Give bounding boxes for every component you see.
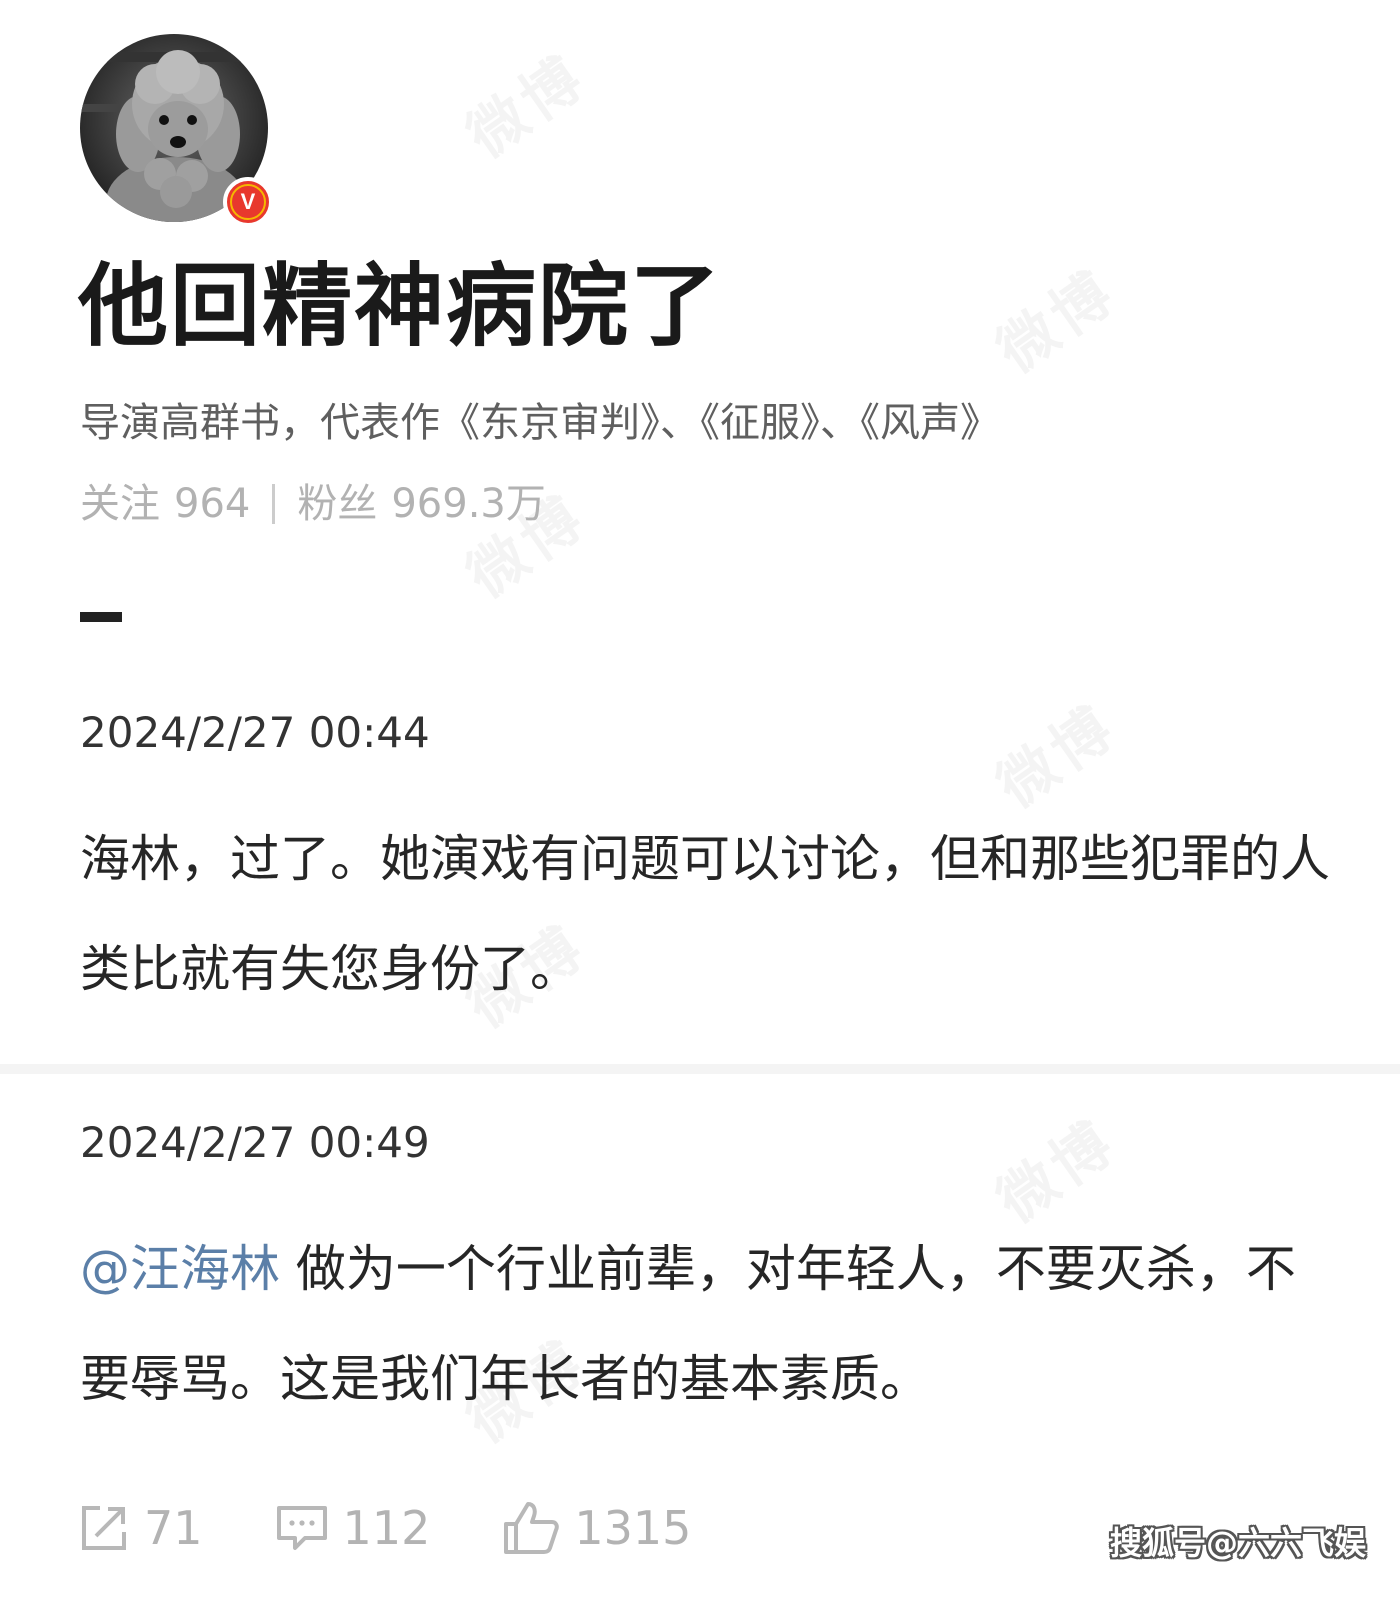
- comment-count: 112: [342, 1501, 431, 1555]
- verified-badge-icon: V: [223, 177, 273, 227]
- profile-name[interactable]: 他回精神病院了: [78, 252, 722, 362]
- section-marker: [80, 612, 122, 622]
- source-watermark: 搜狐号@六六飞娱: [1110, 1524, 1367, 1562]
- following-label[interactable]: 关注: [80, 478, 160, 530]
- followers-count[interactable]: 969.3万: [391, 478, 546, 530]
- mention-link[interactable]: @汪海林: [80, 1240, 280, 1298]
- like-count: 1315: [574, 1501, 692, 1555]
- repost-icon: [82, 1506, 126, 1550]
- profile-bio: 导演高群书，代表作《东京审判》、《征服》、《风声》: [80, 400, 1000, 446]
- following-count[interactable]: 964: [174, 478, 250, 530]
- watermark: 微博: [447, 31, 600, 173]
- verified-badge-letter: V: [230, 184, 266, 220]
- watermark: 微博: [977, 681, 1130, 823]
- stats-divider: [272, 484, 276, 524]
- post-content: @汪海林 做为一个行业前辈，对年轻人，不要灭杀，不要辱骂。这是我们年长者的基本素…: [80, 1214, 1330, 1434]
- post-text: 海林，过了。她演戏有问题可以讨论，但和那些犯罪的人类比就有失您身份了。: [80, 830, 1330, 998]
- post-divider: [0, 1064, 1400, 1074]
- like-icon: [504, 1502, 560, 1554]
- comment-icon: [276, 1506, 327, 1550]
- watermark: 微博: [977, 246, 1130, 388]
- post-timestamp: 2024/2/27 00:44: [80, 708, 430, 757]
- profile-stats: 关注 964 粉丝 969.3万: [80, 478, 546, 530]
- repost-button[interactable]: 71: [78, 1498, 203, 1558]
- repost-count: 71: [144, 1501, 203, 1555]
- post-timestamp: 2024/2/27 00:49: [80, 1118, 430, 1167]
- like-button[interactable]: 1315: [502, 1498, 691, 1558]
- post-action-bar: 71 112 1315: [78, 1498, 763, 1558]
- followers-label[interactable]: 粉丝: [297, 478, 377, 530]
- comment-button[interactable]: 112: [275, 1498, 431, 1558]
